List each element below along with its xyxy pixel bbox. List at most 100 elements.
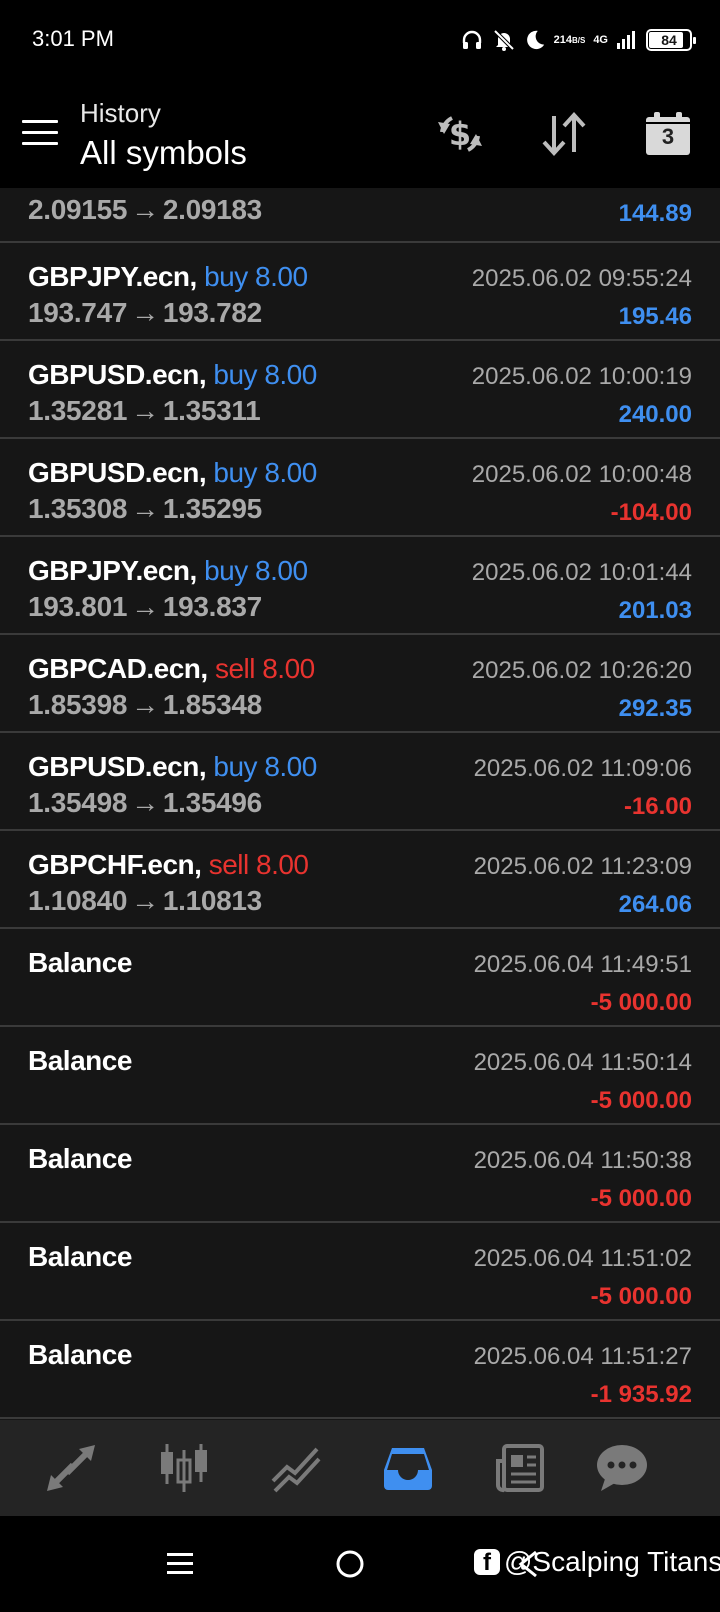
- history-row-partial[interactable]: 2.09155 → 2.09183 144.89: [0, 188, 720, 243]
- trade-time: 2025.06.02 10:26:20: [471, 657, 692, 684]
- trade-time: 2025.06.04 11:51:02: [473, 1245, 692, 1272]
- price-close: 1.10813: [162, 885, 262, 916]
- trade-time: 2025.06.04 11:50:14: [473, 1049, 692, 1076]
- nav-messages[interactable]: [592, 1440, 652, 1496]
- symbol-label: GBPUSD.ecn, buy 8.00: [28, 359, 317, 391]
- history-row[interactable]: GBPUSD.ecn, buy 8.00 1.35498 → 1.35496 2025.…: [0, 733, 720, 831]
- history-row[interactable]: Balance 2025.06.04 11:51:02 -5 000.00: [0, 1223, 720, 1321]
- nav-history[interactable]: [378, 1440, 438, 1496]
- inbox-icon: [384, 1448, 432, 1490]
- currency-exchange-icon: $: [438, 115, 482, 153]
- symbol-label: Balance: [28, 1339, 132, 1371]
- profit-value: -1 935.92: [590, 1381, 692, 1408]
- history-row[interactable]: Balance 2025.06.04 11:49:51 -5 000.00: [0, 929, 720, 1027]
- moon-icon: [524, 29, 546, 51]
- price-range: 193.801 → 193.837: [28, 591, 262, 623]
- price-open: 1.35498: [28, 787, 128, 818]
- symbol-label: GBPUSD.ecn, buy 8.00: [28, 457, 317, 489]
- symbol-name: Balance: [28, 947, 132, 978]
- status-time: 3:01 PM: [32, 26, 114, 51]
- price-open: 193.747: [28, 297, 128, 328]
- signal-icon: [616, 29, 638, 51]
- watermark: f @Scalping Titans: [474, 1546, 720, 1578]
- price-close: 1.35295: [162, 493, 262, 524]
- history-row[interactable]: Balance 2025.06.04 11:50:14 -5 000.00: [0, 1027, 720, 1125]
- price-range: 1.35281 → 1.35311: [28, 395, 261, 427]
- price-close: 193.837: [162, 591, 262, 622]
- profit-value: -16.00: [623, 793, 692, 820]
- calendar-button[interactable]: 3: [638, 106, 698, 162]
- trade-time: 2025.06.04 11:49:51: [473, 951, 692, 978]
- nav-chart[interactable]: [154, 1440, 214, 1496]
- trade-side: buy 8.00: [204, 261, 308, 292]
- header-title[interactable]: All symbols: [80, 134, 247, 172]
- trade-time: 2025.06.02 11:23:09: [473, 853, 692, 880]
- nav-trade[interactable]: [266, 1440, 326, 1496]
- price-open: 1.35308: [28, 493, 128, 524]
- symbol-name: GBPUSD.ecn,: [28, 359, 207, 390]
- history-row[interactable]: Balance 2025.06.04 11:51:27 -1 935.92: [0, 1321, 720, 1419]
- home-circle-icon: [336, 1550, 364, 1578]
- nav-quotes[interactable]: [42, 1440, 102, 1496]
- symbol-name: Balance: [28, 1143, 132, 1174]
- symbol-name: Balance: [28, 1339, 132, 1370]
- profit-value: 201.03: [618, 597, 692, 624]
- symbol-label: Balance: [28, 1045, 132, 1077]
- symbol-label: GBPCAD.ecn, sell 8.00: [28, 653, 315, 685]
- calendar-icon: 3: [645, 112, 691, 156]
- price-open: 2.09155: [28, 194, 128, 225]
- arrow-icon: →: [131, 493, 159, 524]
- symbol-label: GBPCHF.ecn, sell 8.00: [28, 849, 309, 881]
- network-speed: 214 B/S: [553, 33, 586, 46]
- price-open: 1.85398: [28, 689, 128, 720]
- recents-button[interactable]: [160, 1544, 200, 1584]
- trade-time: 2025.06.02 10:00:48: [471, 461, 692, 488]
- symbol-label: Balance: [28, 1241, 132, 1273]
- trade-time: 2025.06.02 09:55:24: [471, 265, 692, 292]
- home-button[interactable]: [330, 1544, 370, 1584]
- price-close: 1.35311: [162, 395, 261, 426]
- sort-button[interactable]: [534, 106, 594, 162]
- price-open: 1.35281: [28, 395, 128, 426]
- app-header: History All symbols $ 3: [0, 80, 720, 188]
- history-row[interactable]: GBPJPY.ecn, buy 8.00 193.747 → 193.782 2025.…: [0, 243, 720, 341]
- trade-time: 2025.06.04 11:50:38: [473, 1147, 692, 1174]
- profit-value: -5 000.00: [590, 1087, 692, 1114]
- bottom-navigation: [0, 1420, 720, 1516]
- price-close: 1.35496: [162, 787, 262, 818]
- menu-icon[interactable]: [22, 120, 58, 146]
- network-speed-value: 214: [553, 33, 572, 46]
- history-row[interactable]: GBPUSD.ecn, buy 8.00 1.35281 → 1.35311 2025.…: [0, 341, 720, 439]
- arrow-icon: →: [131, 591, 159, 622]
- symbol-label: Balance: [28, 947, 132, 979]
- profit-value: 240.00: [618, 401, 692, 428]
- trade-side: buy 8.00: [213, 359, 317, 390]
- price-range: 193.747 → 193.782: [28, 297, 262, 329]
- price-range: 1.10840 → 1.10813: [28, 885, 262, 917]
- facebook-icon: f: [474, 1549, 500, 1575]
- battery-nub: [693, 37, 696, 44]
- history-row[interactable]: GBPCHF.ecn, sell 8.00 1.10840 → 1.10813 2025…: [0, 831, 720, 929]
- history-row[interactable]: GBPCAD.ecn, sell 8.00 1.85398 → 1.85348 2025…: [0, 635, 720, 733]
- price-open: 1.10840: [28, 885, 128, 916]
- trade-side: buy 8.00: [213, 457, 317, 488]
- symbol-name: GBPJPY.ecn,: [28, 555, 197, 586]
- history-row[interactable]: GBPJPY.ecn, buy 8.00 193.801 → 193.837 2025.…: [0, 537, 720, 635]
- calendar-day: 3: [661, 124, 675, 149]
- price-close: 2.09183: [162, 194, 262, 225]
- header-subtitle: History: [80, 98, 161, 128]
- arrow-icon: →: [131, 787, 159, 818]
- history-row[interactable]: GBPUSD.ecn, buy 8.00 1.35308 → 1.35295 2025.…: [0, 439, 720, 537]
- arrow-icon: →: [131, 194, 159, 225]
- history-row[interactable]: Balance 2025.06.04 11:50:38 -5 000.00: [0, 1125, 720, 1223]
- newspaper-icon: [496, 1444, 544, 1493]
- system-navigation: f @Scalping Titans: [0, 1516, 720, 1612]
- currency-exchange-button[interactable]: $: [430, 106, 490, 162]
- battery-icon: 84: [646, 29, 696, 51]
- profit-value: -5 000.00: [590, 989, 692, 1016]
- history-list[interactable]: 2.09155 → 2.09183 144.89 GBPJPY.ecn, buy 8…: [0, 188, 720, 1420]
- nav-news[interactable]: [490, 1440, 550, 1496]
- profit-value: 144.89: [618, 200, 692, 227]
- symbol-name: GBPUSD.ecn,: [28, 751, 207, 782]
- price-range: 2.09155 → 2.09183: [28, 194, 262, 226]
